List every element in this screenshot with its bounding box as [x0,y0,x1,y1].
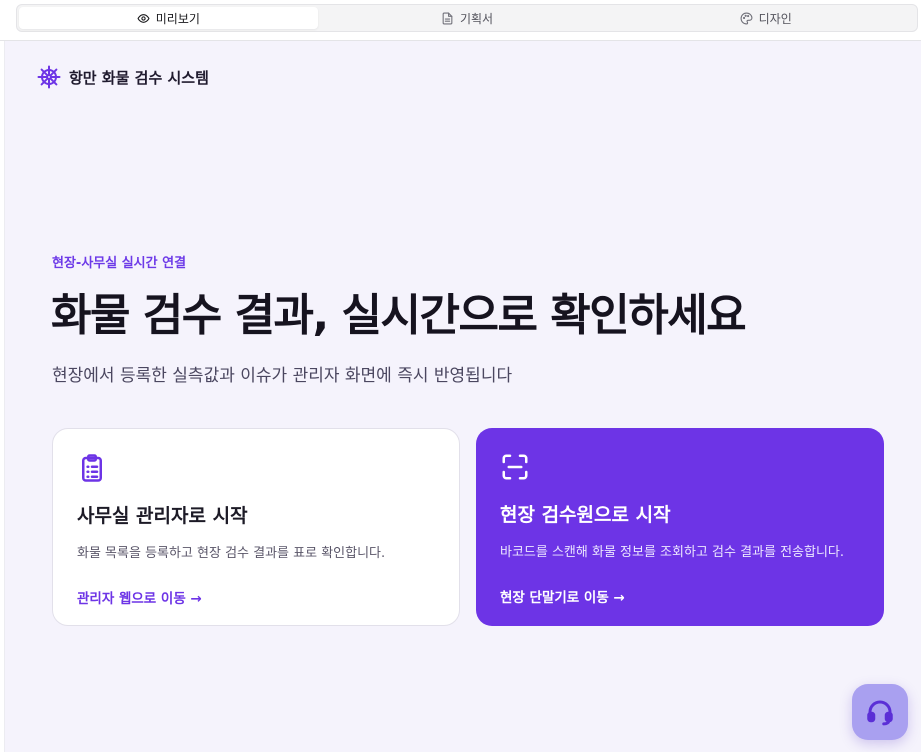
brand[interactable]: 항만 화물 검수 시스템 [37,65,209,89]
view-tabs: 미리보기 기획서 디자인 [16,4,918,32]
tab-design-label: 디자인 [758,11,792,26]
field-terminal-link[interactable]: 현장 단말기로 이동 → [500,586,625,606]
office-admin-card[interactable]: 사무실 관리자로 시작 화물 목록을 등록하고 현장 검수 결과를 표로 확인합… [52,428,460,626]
hero-subhead: 현장에서 등록한 실측값과 이슈가 관리자 화면에 즉시 반영됩니다 [52,366,513,386]
card-title: 사무실 관리자로 시작 [77,505,248,527]
scan-icon [502,454,528,480]
headset-icon [867,700,893,726]
tab-preview[interactable]: 미리보기 [19,7,318,29]
brand-name: 항만 화물 검수 시스템 [69,68,209,87]
support-button[interactable] [852,684,908,740]
preview-stage: 항만 화물 검수 시스템 현장-사무실 실시간 연결 화물 검수 결과, 실시간… [4,41,921,752]
admin-web-link[interactable]: 관리자 웹으로 이동 → [77,587,202,607]
clipboard-list-icon [82,454,102,482]
card-title: 현장 검수원으로 시작 [500,504,671,526]
tab-preview-label: 미리보기 [155,11,200,26]
hero-headline: 화물 검수 결과, 실시간으로 확인하세요 [51,290,747,341]
document-icon [442,12,453,24]
card-description: 바코드를 스캔해 화물 정보를 조회하고 검수 결과를 전송합니다. [500,545,845,560]
eye-icon [137,13,150,23]
palette-icon [740,12,753,24]
hero-eyebrow: 현장-사무실 실시간 연결 [52,256,187,271]
ship-wheel-icon [37,65,61,89]
tab-design[interactable]: 디자인 [616,7,915,29]
field-inspector-card[interactable]: 현장 검수원으로 시작 바코드를 스캔해 화물 정보를 조회하고 검수 결과를 … [476,428,884,626]
card-description: 화물 목록을 등록하고 현장 검수 결과를 표로 확인합니다. [77,546,386,561]
tab-plan-label: 기획서 [459,11,494,26]
tab-plan[interactable]: 기획서 [318,7,617,29]
